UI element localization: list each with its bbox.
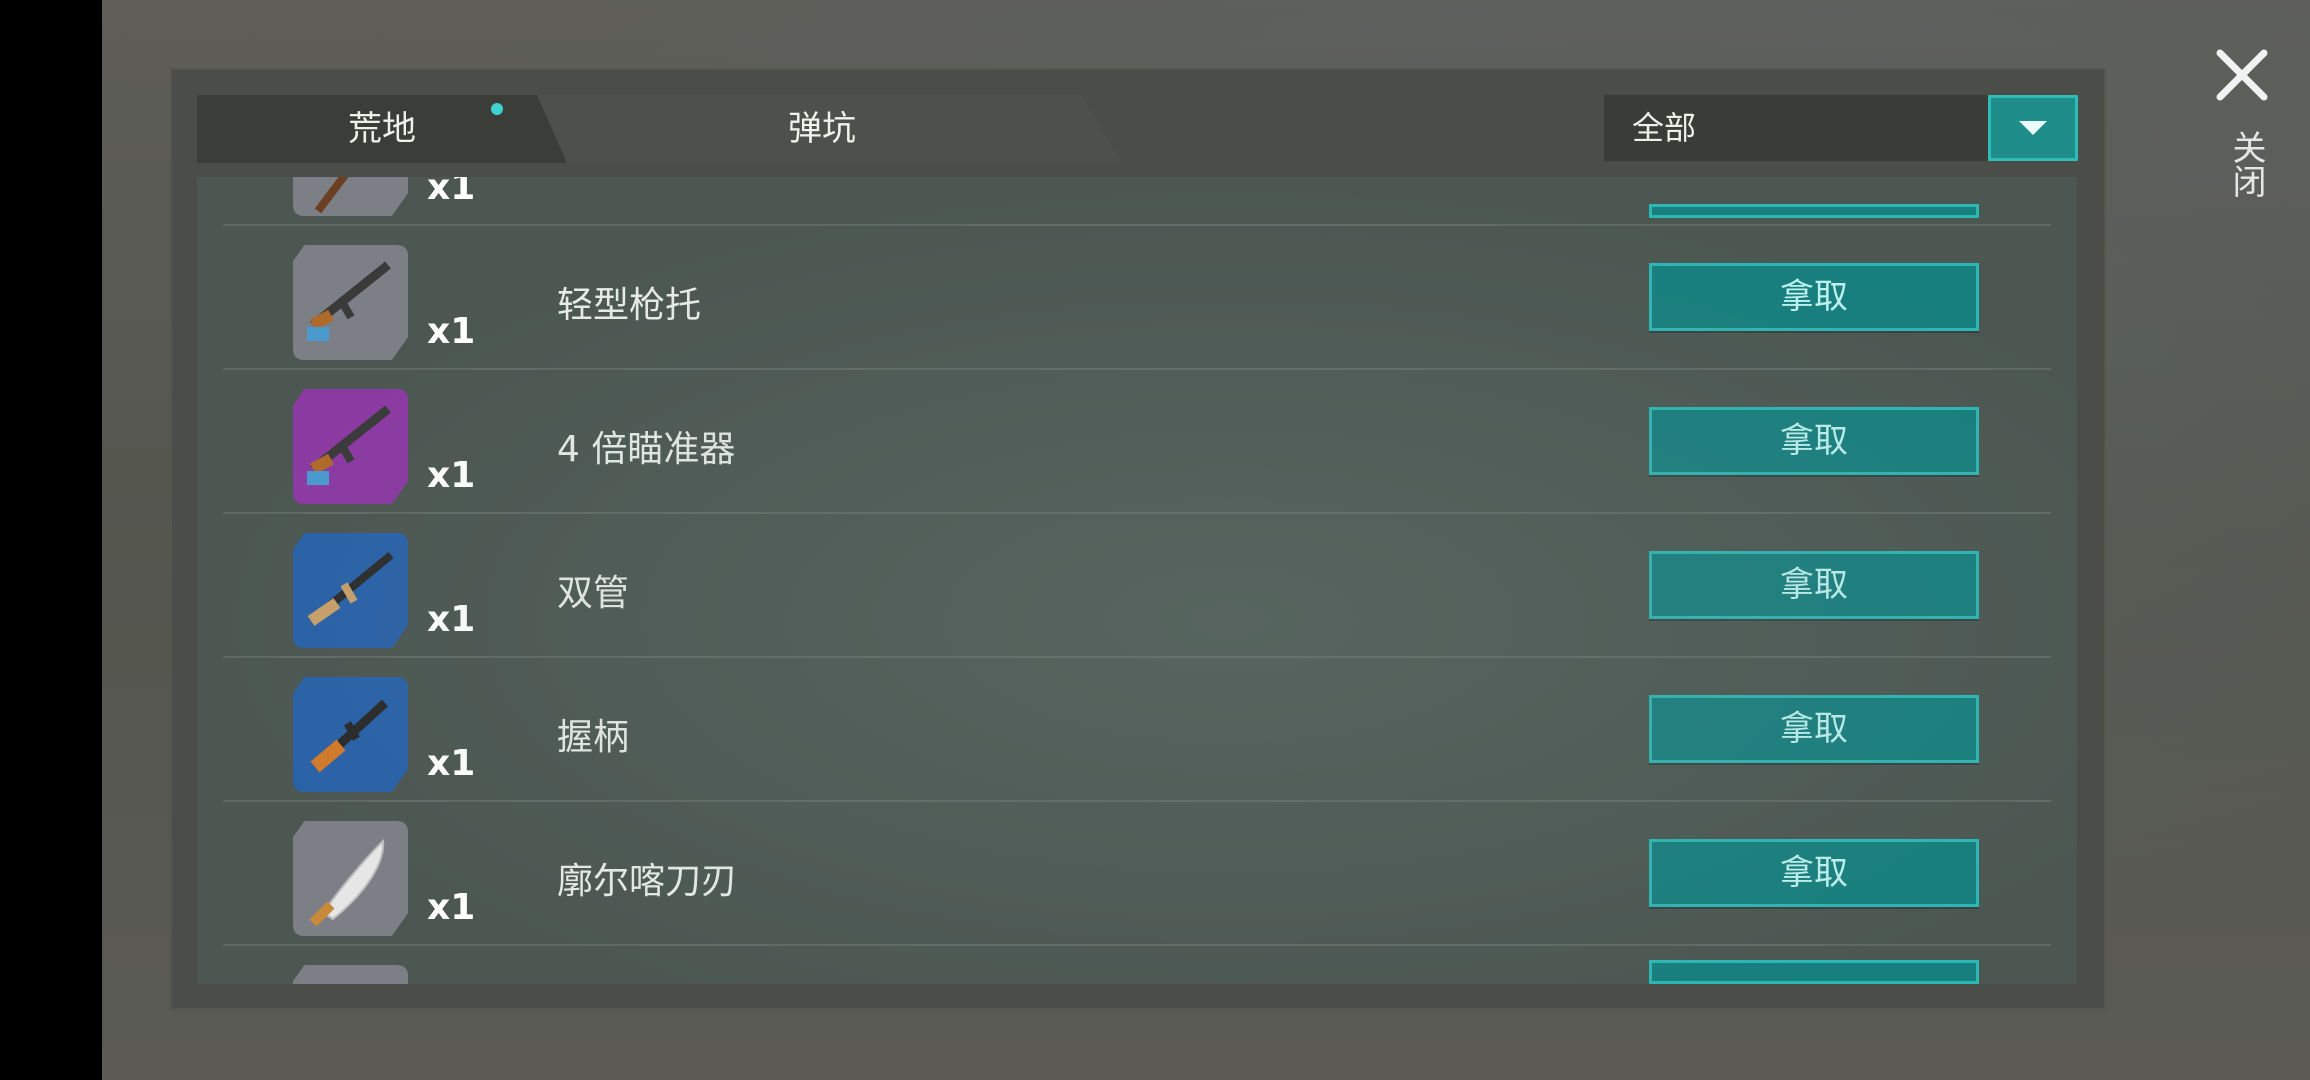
tab-crater-label: 弹坑 [788, 109, 856, 149]
item-name: 4 倍瞄准器 [557, 429, 736, 470]
item-quantity: x1 [427, 177, 476, 208]
close-control[interactable]: 关闭 [2212, 45, 2272, 215]
item-name: 轻型枪托 [557, 285, 702, 326]
filter-dropdown[interactable]: 全部 [1604, 95, 2078, 161]
list-item: x1 握柄 拿取 [197, 658, 2077, 802]
blueprint-gray-partial-icon [293, 965, 408, 984]
close-icon[interactable] [2212, 45, 2272, 105]
list-item: x1 双管 拿取 [197, 514, 2077, 658]
take-button[interactable]: 拿取 [1649, 839, 1979, 907]
take-button[interactable]: 拿取 [1649, 551, 1979, 619]
blueprint-blue-rifle-icon [293, 533, 408, 648]
item-name: 握柄 [557, 717, 630, 758]
take-button[interactable]: 拿取 [1649, 695, 1979, 763]
list-item: x1 轻型枪托 拿取 [197, 226, 2077, 370]
list-item-partial [197, 946, 2077, 984]
tab-crater[interactable]: 弹坑 [522, 95, 1122, 163]
tab-wasteland[interactable]: 荒地 [197, 95, 567, 163]
take-button-partial[interactable] [1649, 204, 1979, 218]
close-label: 关闭 [2226, 130, 2266, 198]
list-item: x1 [197, 177, 2077, 226]
list-item: x1 廓尔喀刀刃 拿取 [197, 802, 2077, 946]
blueprint-gray-rifle-icon [293, 245, 408, 360]
notification-dot [491, 103, 503, 115]
item-quantity: x1 [427, 311, 476, 352]
list-item: x1 4 倍瞄准器 拿取 [197, 370, 2077, 514]
filter-selected-label: 全部 [1632, 109, 1697, 147]
item-name: 双管 [557, 573, 630, 614]
dropdown-arrow-button[interactable] [1988, 95, 2078, 161]
blueprint-gray-blade-icon [293, 821, 408, 936]
item-name: 廓尔喀刀刃 [557, 861, 738, 902]
item-quantity: x1 [427, 599, 476, 640]
item-quantity: x1 [427, 743, 476, 784]
left-black-bar [0, 0, 102, 1080]
take-button-partial[interactable] [1649, 960, 1979, 984]
tab-wasteland-label: 荒地 [348, 109, 416, 149]
item-quantity: x1 [427, 887, 476, 928]
item-quantity: x1 [427, 455, 476, 496]
chevron-down-icon [2019, 121, 2047, 135]
blueprint-purple-rifle-icon [293, 389, 408, 504]
blueprint-gray-partial-icon [293, 177, 408, 216]
item-list[interactable]: x1 x1 轻型枪托 拿取 x1 4 倍瞄准器 拿取 x1 双管 拿取 x1 握… [197, 177, 2077, 984]
blueprint-blue-smg-icon [293, 677, 408, 792]
take-button[interactable]: 拿取 [1649, 263, 1979, 331]
take-button[interactable]: 拿取 [1649, 407, 1979, 475]
